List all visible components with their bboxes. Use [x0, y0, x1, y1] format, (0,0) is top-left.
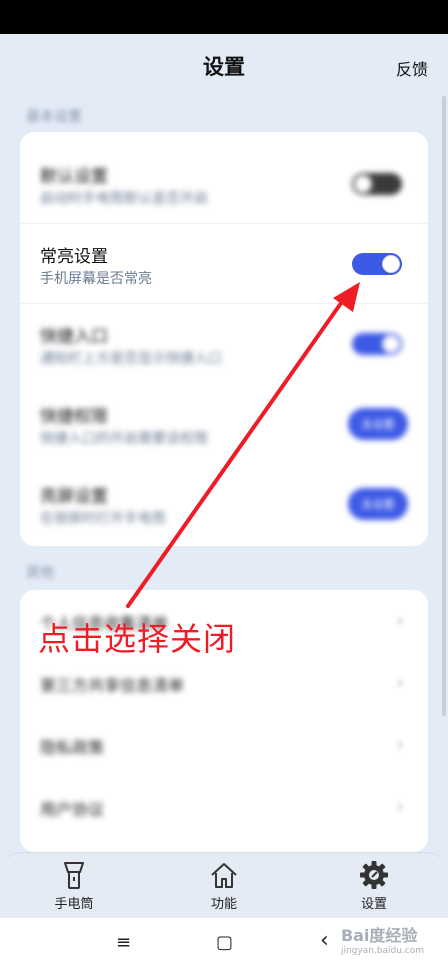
- watermark-sub: jingyan.baidu.com: [340, 946, 424, 956]
- setting-row-always-on[interactable]: 常亮设置 手机屏幕是否常亮: [20, 224, 428, 304]
- status-bar: [0, 0, 448, 34]
- annotation-text: 点击选择关闭: [38, 620, 237, 658]
- tab-label: 功能: [210, 897, 237, 912]
- setting-title: 快捷入口: [40, 327, 108, 347]
- setting-row-default[interactable]: 默认设置 启动时手电筒默认是否开启: [20, 144, 428, 224]
- shortcut-toggle[interactable]: [352, 333, 402, 355]
- list-item-title: 第三方共享信息清单: [40, 676, 185, 695]
- settings-card: 默认设置 启动时手电筒默认是否开启 常亮设置 手机屏幕是否常亮 快捷入口 通知栏…: [20, 132, 428, 546]
- tab-label: 手电筒: [54, 897, 94, 912]
- watermark-text: Bai度经验: [340, 926, 418, 945]
- section-label-basic: 基本设置: [26, 109, 82, 125]
- scrollbar[interactable]: [442, 96, 446, 716]
- chevron-right-icon: ›: [396, 732, 404, 756]
- watermark: Bai度经验 jingyan.baidu.com: [341, 922, 424, 956]
- setting-title: 亮屏设置: [40, 487, 108, 507]
- setting-row-screen-on[interactable]: 亮屏设置 在锁屏时打开手电筒 去设置: [20, 464, 428, 544]
- go-settings-button[interactable]: 去设置: [348, 408, 408, 440]
- setting-subtitle: 启动时手电筒默认是否开启: [40, 191, 208, 207]
- setting-row-shortcut-permission[interactable]: 快捷权限 快捷入口的开启需要该权限 去设置: [20, 384, 428, 464]
- setting-title: 默认设置: [40, 167, 108, 187]
- tab-label: 设置: [360, 897, 387, 912]
- flashlight-icon: [64, 862, 84, 889]
- page-title: 设置: [203, 55, 245, 79]
- menu-nav-button[interactable]: ≡: [116, 932, 131, 953]
- app-header: 设置 反馈: [0, 34, 448, 98]
- list-item-user-agreement[interactable]: 用户协议 ›: [20, 776, 428, 838]
- tab-settings[interactable]: 设置: [324, 857, 424, 917]
- gear-icon: [360, 861, 388, 889]
- section-label-other: 其他: [26, 565, 54, 581]
- toggle-knob: [382, 335, 400, 353]
- list-item-title: 隐私政策: [40, 738, 105, 757]
- setting-title: 常亮设置: [40, 247, 108, 267]
- always-on-toggle[interactable]: [352, 253, 402, 275]
- bottom-tab-bar: 手电筒 功能 设置: [0, 852, 448, 918]
- list-item-third-party[interactable]: 第三方共享信息清单 ›: [20, 652, 428, 714]
- setting-row-shortcut[interactable]: 快捷入口 通知栏上方是否显示快捷入口: [20, 304, 428, 384]
- setting-subtitle: 手机屏幕是否常亮: [40, 271, 152, 287]
- home-nav-button[interactable]: ▢: [216, 932, 233, 953]
- go-settings-button[interactable]: 去设置: [348, 488, 408, 520]
- back-nav-button[interactable]: ‹: [320, 928, 329, 953]
- setting-subtitle: 通知栏上方是否显示快捷入口: [40, 351, 222, 367]
- feedback-button[interactable]: 反馈: [396, 56, 428, 80]
- tab-flashlight[interactable]: 手电筒: [24, 857, 124, 917]
- list-item-title: 用户协议: [40, 800, 105, 819]
- setting-subtitle: 快捷入口的开启需要该权限: [40, 431, 208, 447]
- tab-functions[interactable]: 功能: [174, 857, 274, 917]
- chevron-right-icon: ›: [396, 794, 404, 818]
- chevron-right-icon: ›: [396, 670, 404, 694]
- setting-subtitle: 在锁屏时打开手电筒: [40, 511, 166, 527]
- setting-title: 快捷权限: [40, 407, 108, 427]
- toggle-knob: [354, 175, 372, 193]
- default-toggle[interactable]: [352, 173, 402, 195]
- list-item-privacy[interactable]: 隐私政策 ›: [20, 714, 428, 776]
- toggle-knob: [382, 255, 400, 273]
- chevron-right-icon: ›: [396, 608, 404, 632]
- home-icon: [211, 863, 237, 888]
